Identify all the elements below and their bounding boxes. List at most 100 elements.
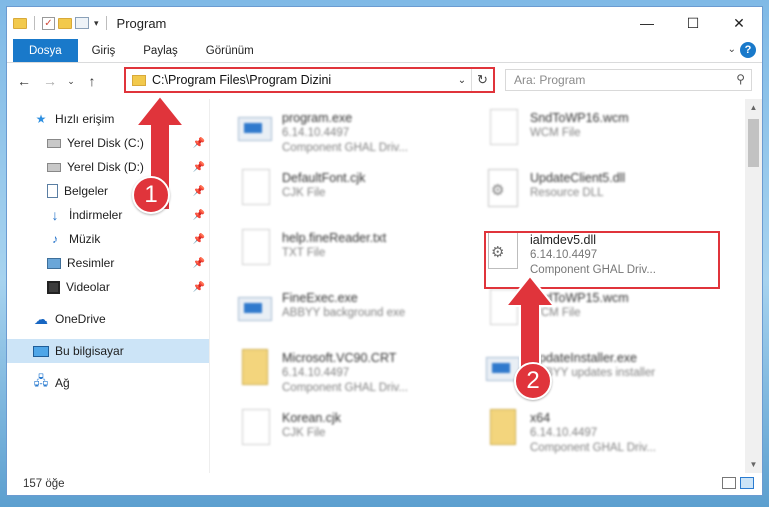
file-type: ABBYY background exe bbox=[282, 307, 406, 319]
forward-button[interactable]: → bbox=[39, 70, 61, 92]
search-icon: ⚲ bbox=[736, 72, 745, 86]
file-item[interactable]: help.fineReader.txt TXT File bbox=[226, 225, 466, 283]
sidebar-item-onedrive[interactable]: ☁ OneDrive bbox=[7, 307, 209, 331]
quick-access-toolbar: ✓ ▾ bbox=[7, 16, 111, 30]
sidebar-item-videos[interactable]: Videolar 📌 bbox=[7, 275, 209, 299]
step-badge-1: 1 bbox=[132, 176, 170, 214]
computer-icon bbox=[33, 345, 49, 357]
sidebar-item-this-pc[interactable]: Bu bilgisayar bbox=[7, 339, 209, 363]
file-type: CJK File bbox=[282, 187, 326, 199]
file-name: help.fineReader.txt bbox=[282, 231, 387, 245]
pin-icon[interactable]: 📌 bbox=[193, 258, 205, 269]
file-item[interactable]: DefaultFont.cjk CJK File bbox=[226, 165, 466, 223]
sidebar-item-label: Ağ bbox=[55, 376, 70, 390]
tab-home[interactable]: Giriş bbox=[78, 39, 130, 62]
tab-view[interactable]: Görünüm bbox=[192, 39, 268, 62]
pin-icon[interactable]: 📌 bbox=[193, 234, 205, 245]
file-item[interactable]: ⚙ UpdateClient5.dll Resource DLL bbox=[474, 165, 714, 223]
file-description: Component GHAL Driv... bbox=[530, 442, 656, 454]
new-folder-icon[interactable] bbox=[58, 17, 72, 29]
status-bar: 157 öğe bbox=[7, 473, 762, 495]
disk-icon bbox=[47, 138, 61, 148]
expand-ribbon-chevron-icon[interactable]: ⌄ bbox=[728, 44, 736, 55]
file-name: UpdateClient5.dll bbox=[530, 171, 626, 185]
large-icons-view-icon[interactable] bbox=[740, 477, 754, 489]
address-dropdown-chevron-icon[interactable]: ⌄ bbox=[453, 75, 471, 86]
search-placeholder: Ara: Program bbox=[514, 73, 586, 87]
back-button[interactable]: ← bbox=[13, 70, 35, 92]
maximize-button[interactable]: ☐ bbox=[670, 7, 716, 39]
file-list: program.exe 6.14.10.4497 Component GHAL … bbox=[210, 99, 762, 473]
pin-icon[interactable]: 📌 bbox=[193, 210, 205, 221]
file-item[interactable]: Korean.cjk CJK File bbox=[226, 405, 466, 463]
folder-icon bbox=[132, 74, 146, 86]
document-file-icon bbox=[242, 409, 270, 445]
scroll-thumb[interactable] bbox=[748, 119, 759, 167]
exe-file-icon bbox=[238, 117, 272, 141]
properties-icon[interactable] bbox=[75, 17, 89, 29]
pin-icon[interactable]: 📌 bbox=[193, 186, 205, 197]
star-icon: ★ bbox=[35, 112, 47, 126]
file-item[interactable]: SndToWP16.wcm WCM File bbox=[474, 105, 714, 163]
file-name: x64 bbox=[530, 411, 551, 425]
up-button[interactable]: ↑ bbox=[81, 70, 103, 92]
file-name: Korean.cjk bbox=[282, 411, 342, 425]
divider bbox=[34, 16, 35, 30]
tab-file[interactable]: Dosya bbox=[13, 39, 78, 62]
sidebar-item-label: OneDrive bbox=[55, 312, 106, 326]
search-input[interactable]: Ara: Program ⚲ bbox=[505, 69, 752, 91]
minimize-button[interactable]: — bbox=[624, 7, 670, 39]
sidebar-item-label: Hızlı erişim bbox=[55, 112, 115, 126]
pin-icon[interactable]: 📌 bbox=[193, 162, 205, 173]
file-name: SndToWP16.wcm bbox=[530, 111, 629, 125]
cloud-icon: ☁ bbox=[34, 310, 48, 327]
customize-toolbar-chevron-icon[interactable]: ▾ bbox=[94, 18, 99, 29]
vertical-scrollbar[interactable]: ▲ ▼ bbox=[745, 99, 762, 473]
file-explorer-window: ✓ ▾ Program — ☐ ✕ Dosya Giriş Paylaş Gör… bbox=[6, 6, 763, 496]
sidebar-item-label: Resimler bbox=[67, 256, 115, 270]
file-item[interactable]: FineExec.exe ABBYY background exe bbox=[226, 285, 466, 343]
music-icon: ♪ bbox=[52, 232, 58, 246]
file-type: Resource DLL bbox=[530, 187, 604, 199]
properties-check-icon[interactable]: ✓ bbox=[42, 16, 55, 30]
help-icon[interactable]: ? bbox=[740, 42, 756, 58]
content-area: ★ Hızlı erişim Yerel Disk (C:) 📌 Yerel D… bbox=[7, 99, 762, 473]
file-name: FineExec.exe bbox=[282, 291, 358, 305]
address-bar[interactable]: C:\Program Files\Program Dizini ⌄ ↻ bbox=[124, 67, 495, 93]
file-version: 6.14.10.4497 bbox=[282, 127, 350, 139]
file-type: WCM File bbox=[530, 127, 581, 139]
details-view-icon[interactable] bbox=[722, 477, 736, 489]
navigation-bar: ← → ⌄ ↑ C:\Program Files\Program Dizini … bbox=[7, 63, 762, 99]
view-toggle bbox=[722, 477, 754, 489]
tab-share[interactable]: Paylaş bbox=[129, 39, 192, 62]
file-name: program.exe bbox=[282, 111, 353, 125]
file-item[interactable]: Microsoft.VC90.CRT 6.14.10.4497 Componen… bbox=[226, 345, 466, 403]
folder-icon bbox=[13, 17, 27, 29]
file-description: Component GHAL Driv... bbox=[282, 382, 408, 394]
address-path[interactable]: C:\Program Files\Program Dizini bbox=[152, 73, 453, 87]
exe-file-icon bbox=[238, 297, 272, 321]
file-item[interactable]: program.exe 6.14.10.4497 Component GHAL … bbox=[226, 105, 466, 163]
item-count: 157 öğe bbox=[23, 478, 65, 490]
scroll-down-icon[interactable]: ▼ bbox=[745, 456, 762, 473]
document-file-icon bbox=[242, 229, 270, 265]
divider bbox=[105, 16, 107, 30]
file-type: CJK File bbox=[282, 427, 326, 439]
sidebar-item-network[interactable]: 🖧 Ağ bbox=[7, 371, 209, 395]
recent-locations-chevron-icon[interactable]: ⌄ bbox=[65, 70, 77, 92]
file-item[interactable]: x64 6.14.10.4497 Component GHAL Driv... bbox=[474, 405, 714, 463]
scroll-up-icon[interactable]: ▲ bbox=[745, 99, 762, 116]
close-button[interactable]: ✕ bbox=[716, 7, 762, 39]
sidebar-item-pictures[interactable]: Resimler 📌 bbox=[7, 251, 209, 275]
pin-icon[interactable]: 📌 bbox=[193, 138, 205, 149]
download-icon: ↓ bbox=[51, 207, 59, 223]
window-title: Program bbox=[116, 15, 167, 31]
sidebar-item-label: Belgeler bbox=[64, 184, 109, 198]
sidebar-item-label: Müzik bbox=[69, 232, 101, 246]
window-controls: — ☐ ✕ bbox=[624, 7, 762, 39]
sidebar-item-music[interactable]: ♪ Müzik 📌 bbox=[7, 227, 209, 251]
document-file-icon bbox=[490, 109, 518, 145]
pin-icon[interactable]: 📌 bbox=[193, 282, 205, 293]
refresh-button[interactable]: ↻ bbox=[471, 69, 493, 91]
file-version: 6.14.10.4497 bbox=[282, 367, 350, 379]
